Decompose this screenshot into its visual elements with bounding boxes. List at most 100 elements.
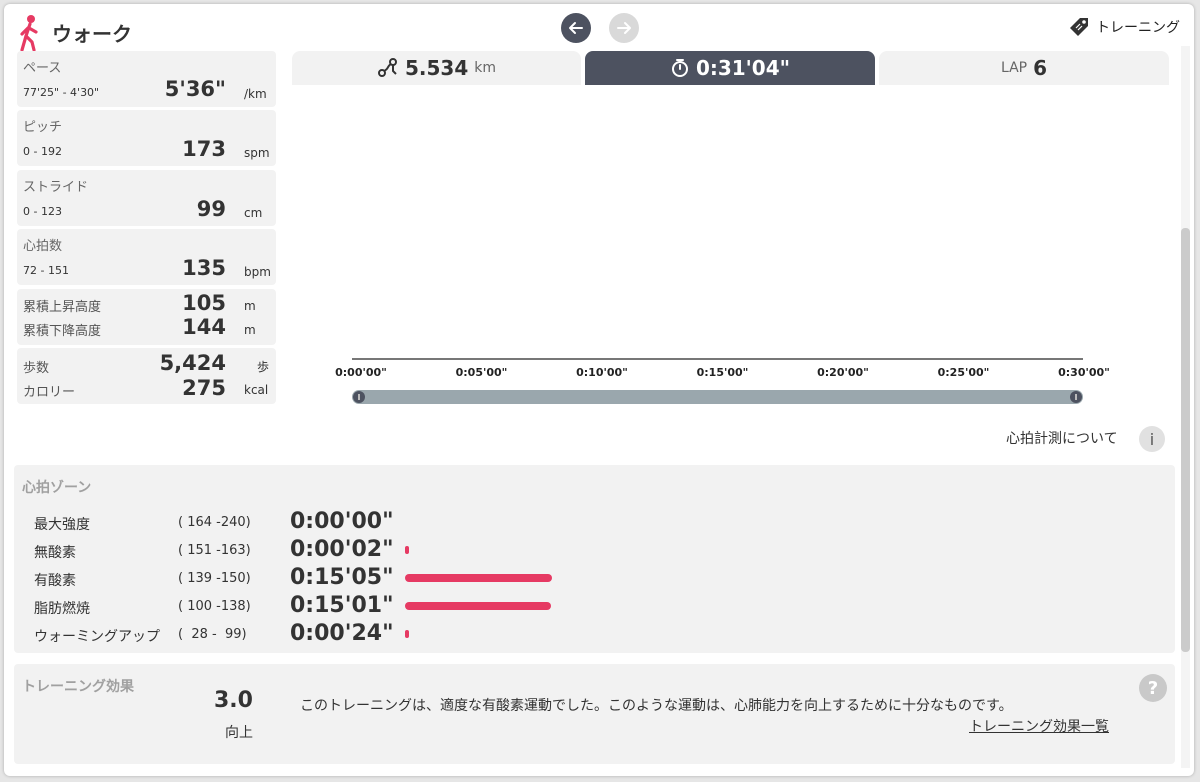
slider-end-handle[interactable] <box>1070 391 1082 403</box>
training-label: トレーニング <box>1096 20 1180 36</box>
tab-time[interactable]: 0:31'04" <box>585 51 875 85</box>
steps-calorie-card: 歩数 5,424 歩 カロリー 275 kcal <box>17 348 276 404</box>
zone-range: ( 100 -138) <box>178 599 251 614</box>
info-button[interactable]: i <box>1139 426 1165 452</box>
timeline-axis <box>352 358 1083 360</box>
zone-range: ( 139 -150) <box>178 571 251 586</box>
tab-distance[interactable]: 5.534 km <box>292 51 581 85</box>
scrollbar[interactable] <box>1181 46 1190 768</box>
previous-button[interactable] <box>561 13 591 43</box>
zone-name: 有酸素 <box>34 573 76 589</box>
pitch-label: ピッチ <box>23 120 63 135</box>
zone-time: 0:00'24" <box>290 621 394 646</box>
calorie-value: 275 <box>182 376 226 400</box>
slider-start-handle[interactable] <box>353 391 365 403</box>
timeline-tick-label: 0:25'00" <box>937 366 990 379</box>
effect-score: 3.0 <box>214 688 253 713</box>
pace-label: ペース <box>23 61 62 76</box>
pitch-card: ピッチ 0 - 192 173 spm <box>17 110 276 166</box>
zone-name: 無酸素 <box>34 545 76 561</box>
zone-row: 無酸素 ( 151 -163) 0:00'02" <box>14 536 1175 564</box>
calorie-unit: kcal <box>244 383 269 397</box>
zone-time: 0:15'01" <box>290 593 394 618</box>
timeline-tick-label: 0:15'00" <box>696 366 749 379</box>
descent-unit: m <box>244 323 256 337</box>
stride-card: ストライド 0 - 123 99 cm <box>17 170 276 226</box>
ascent-label: 累積上昇高度 <box>23 300 102 315</box>
zone-row: ウォーミングアップ ( 28 - 99) 0:00'24" <box>14 620 1175 648</box>
zone-time: 0:15'05" <box>290 565 394 590</box>
zone-name: ウォーミングアップ <box>34 629 160 645</box>
pace-card: ペース 77'25" - 4'30" 5'36" /km <box>17 51 276 107</box>
distance-value: 5.534 <box>404 56 469 80</box>
training-effect-panel: トレーニング効果 3.0 向上 このトレーニングは、適度な有酸素運動でした。この… <box>14 664 1175 764</box>
question-icon: ? <box>1147 677 1159 699</box>
zone-row: 最大強度 ( 164 -240) 0:00'00" <box>14 508 1175 536</box>
zone-panel-title: 心拍ゾーン <box>22 480 92 496</box>
zone-bar <box>405 630 409 638</box>
descent-value: 144 <box>182 315 226 339</box>
zone-range: ( 164 -240) <box>178 515 251 530</box>
heart-rate-label: 心拍数 <box>23 239 63 254</box>
distance-unit: km <box>474 60 496 76</box>
arrow-left-icon <box>569 22 583 34</box>
heart-rate-range: 72 - 151 <box>23 264 69 277</box>
help-button[interactable]: ? <box>1139 674 1167 702</box>
info-icon: i <box>1149 429 1155 449</box>
timeline-tick-label: 0:05'00" <box>455 366 508 379</box>
app-window: ウォーク トレーニング ペース 77'25" - 4'30" 5'36" /km… <box>4 4 1194 776</box>
time-range-slider[interactable] <box>352 390 1083 404</box>
time-value: 0:31'04" <box>695 56 791 80</box>
zone-row: 脂肪燃焼 ( 100 -138) 0:15'01" <box>14 592 1175 620</box>
pitch-unit: spm <box>244 146 270 160</box>
training-link[interactable]: トレーニング <box>1068 16 1180 38</box>
heart-rate-card: 心拍数 72 - 151 135 bpm <box>17 229 276 285</box>
calorie-label: カロリー <box>23 385 76 400</box>
heart-rate-value: 135 <box>182 256 226 280</box>
tag-icon <box>1070 18 1088 36</box>
steps-label: 歩数 <box>23 361 50 376</box>
zone-name: 最大強度 <box>34 517 90 533</box>
next-button[interactable] <box>609 13 639 43</box>
descent-label: 累積下降高度 <box>23 324 102 339</box>
pace-unit: /km <box>244 87 267 101</box>
stride-range: 0 - 123 <box>23 205 62 218</box>
stride-label: ストライド <box>23 180 89 195</box>
timeline-tick-label: 0:20'00" <box>817 366 869 379</box>
pace-range: 77'25" - 4'30" <box>23 86 100 99</box>
timeline-tick-label: 0:30'00" <box>1058 366 1110 379</box>
pitch-range: 0 - 192 <box>23 145 62 158</box>
heart-rate-unit: bpm <box>244 265 271 279</box>
steps-unit: 歩 <box>257 360 270 374</box>
zone-row: 有酸素 ( 139 -150) 0:15'05" <box>14 564 1175 592</box>
stride-unit: cm <box>244 206 263 220</box>
zone-name: 脂肪燃焼 <box>34 601 90 617</box>
zone-bar <box>405 546 409 554</box>
scrollbar-thumb[interactable] <box>1181 228 1190 652</box>
stopwatch-icon <box>671 59 688 77</box>
arrow-right-icon <box>617 22 631 34</box>
elevation-card: 累積上昇高度 105 m 累積下降高度 144 m <box>17 289 276 345</box>
zone-time: 0:00'02" <box>290 537 394 562</box>
steps-value: 5,424 <box>159 351 226 375</box>
tab-lap[interactable]: LAP 6 <box>879 51 1169 85</box>
pace-value: 5'36" <box>164 77 226 101</box>
effect-description: このトレーニングは、適度な有酸素運動でした。このような運動は、心肺能力を向上する… <box>300 698 1013 714</box>
zone-bar <box>405 602 551 610</box>
effect-panel-title: トレーニング効果 <box>22 679 134 695</box>
walking-person-icon <box>20 15 38 52</box>
timeline-tick-label: 0:10'00" <box>576 366 628 379</box>
heart-rate-zone-panel: 心拍ゾーン 最大強度 ( 164 -240) 0:00'00" 無酸素 ( 151 -1… <box>14 465 1175 653</box>
zone-range: ( 151 -163) <box>178 543 251 558</box>
page-title: ウォーク <box>52 22 132 46</box>
zone-time: 0:00'00" <box>290 509 394 534</box>
route-icon <box>377 58 397 77</box>
zone-range: ( 28 - 99) <box>178 627 247 642</box>
timeline-tick-label: 0:00'00" <box>335 366 387 379</box>
hr-measurement-link[interactable]: 心拍計測について <box>1006 428 1118 448</box>
pitch-value: 173 <box>182 137 226 161</box>
stride-value: 99 <box>196 197 226 221</box>
ascent-value: 105 <box>182 291 226 315</box>
effect-list-link[interactable]: トレーニング効果一覧 <box>969 716 1109 736</box>
lap-value: 6 <box>1033 56 1048 80</box>
